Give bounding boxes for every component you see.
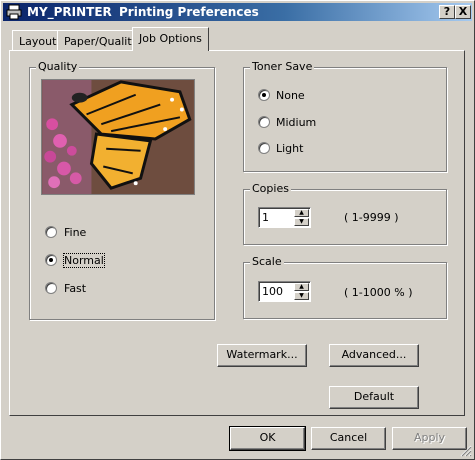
- scale-up-arrow-icon[interactable]: ▲: [294, 283, 309, 291]
- scale-spinner[interactable]: 100 ▲ ▼: [258, 281, 311, 302]
- printer-icon: [6, 4, 22, 20]
- quality-fast-label[interactable]: Fast: [64, 282, 86, 295]
- quality-fast-radio[interactable]: [45, 282, 57, 294]
- tab-layout-label: Layout: [19, 35, 57, 48]
- ok-button[interactable]: OK: [229, 426, 306, 451]
- advanced-button[interactable]: Advanced...: [329, 344, 419, 367]
- watermark-button[interactable]: Watermark...: [217, 344, 307, 367]
- cancel-button-label: Cancel: [329, 431, 368, 444]
- printer-name: MY_PRINTER: [27, 5, 112, 19]
- quality-normal-radio[interactable]: [45, 254, 57, 266]
- default-button-label: Default: [353, 390, 395, 403]
- toner-none-label[interactable]: None: [276, 89, 305, 102]
- toner-save-group: Toner Save None Midium Light: [243, 60, 447, 172]
- scale-label: Scale: [250, 255, 284, 268]
- quality-preview-image: [41, 79, 195, 195]
- quality-label: Quality: [36, 60, 80, 73]
- copies-value[interactable]: 1: [262, 211, 269, 224]
- copies-up-arrow-icon[interactable]: ▲: [294, 209, 309, 217]
- apply-button-label: Apply: [413, 431, 446, 444]
- copies-label: Copies: [250, 182, 291, 195]
- tab-paper-quality-label: Paper/Quality: [64, 35, 139, 48]
- scale-group: Scale 100 ▲ ▼ ( 1-1000 % ): [243, 255, 447, 319]
- toner-save-label: Toner Save: [250, 60, 315, 73]
- quality-fine-radio[interactable]: [45, 226, 57, 238]
- toner-midium-radio[interactable]: [258, 116, 270, 128]
- scale-value[interactable]: 100: [262, 285, 283, 298]
- tab-layout[interactable]: Layout: [12, 30, 64, 50]
- quality-normal-label[interactable]: Normal: [63, 253, 105, 268]
- copies-down-arrow-icon[interactable]: ▼: [294, 218, 309, 226]
- copies-range: ( 1-9999 ): [344, 211, 399, 224]
- quality-fine-label[interactable]: Fine: [64, 226, 86, 239]
- close-button[interactable]: X: [455, 5, 471, 19]
- ok-button-label: OK: [259, 431, 276, 444]
- copies-group: Copies 1 ▲ ▼ ( 1-9999 ): [243, 182, 447, 245]
- tab-job-options[interactable]: Job Options: [132, 27, 209, 51]
- resize-grip-icon[interactable]: [460, 445, 472, 457]
- copies-spinner[interactable]: 1 ▲ ▼: [258, 207, 311, 228]
- cancel-button[interactable]: Cancel: [311, 427, 386, 450]
- tab-job-options-label: Job Options: [139, 32, 202, 45]
- window-title: Printing Preferences: [119, 5, 259, 19]
- default-button[interactable]: Default: [329, 386, 419, 409]
- quality-group: Quality Fine Normal Fast: [29, 60, 215, 320]
- scale-down-arrow-icon[interactable]: ▼: [294, 292, 309, 300]
- job-options-panel: Quality Fine Normal Fast Toner Save None…: [9, 50, 465, 416]
- toner-light-label[interactable]: Light: [276, 142, 303, 155]
- watermark-button-label: Watermark...: [226, 348, 298, 361]
- toner-midium-label[interactable]: Midium: [276, 116, 316, 129]
- title-bar[interactable]: MY_PRINTER Printing Preferences ? X: [3, 3, 472, 21]
- toner-none-radio[interactable]: [258, 89, 270, 101]
- printing-preferences-window: MY_PRINTER Printing Preferences ? X Layo…: [0, 0, 475, 460]
- apply-button: Apply: [392, 427, 467, 450]
- toner-light-radio[interactable]: [258, 142, 270, 154]
- help-button[interactable]: ?: [439, 5, 455, 19]
- scale-range: ( 1-1000 % ): [344, 286, 413, 299]
- advanced-button-label: Advanced...: [341, 348, 407, 361]
